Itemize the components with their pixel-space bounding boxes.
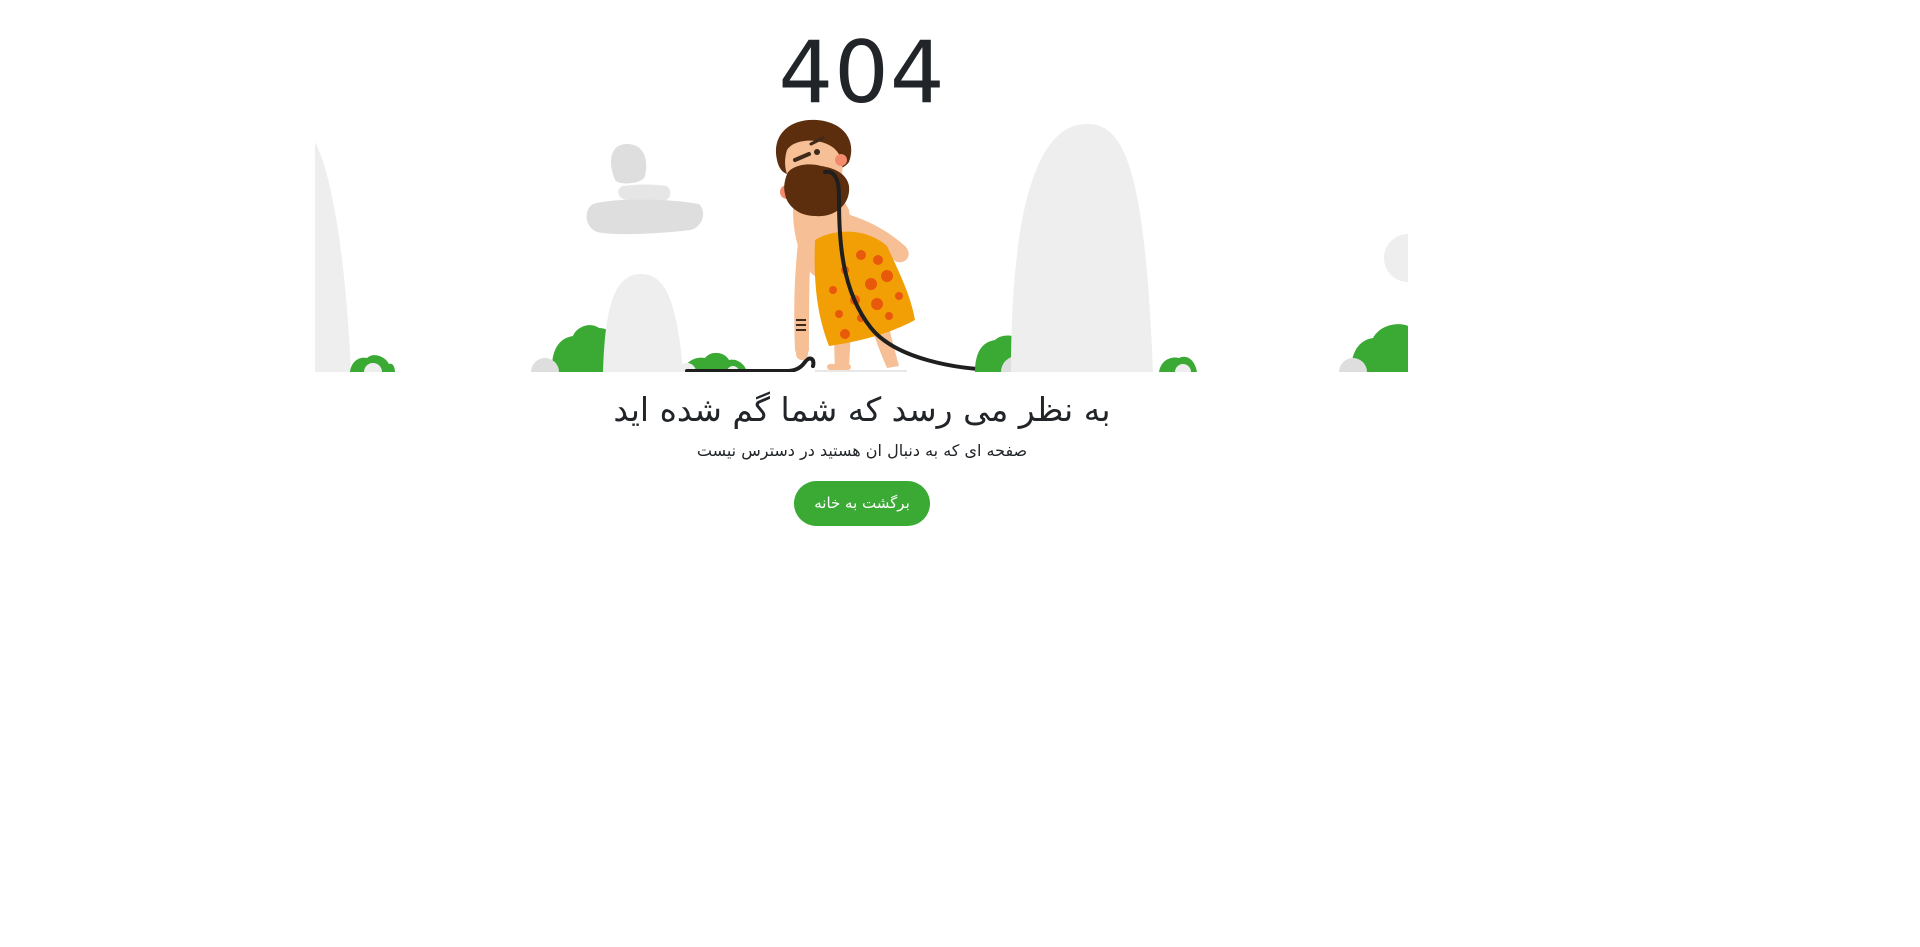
page-heading: به نظر می رسد که شما گم شده اید (613, 390, 1111, 429)
rock-stack-bottom (586, 199, 704, 235)
caveman-hand (796, 348, 808, 360)
rock-tall-left (603, 274, 683, 372)
rock-right-edge (1384, 234, 1408, 282)
caveman-foot (827, 364, 851, 370)
bracelet (796, 324, 806, 326)
caveman-ear (835, 154, 847, 166)
caveman-illustration (315, 100, 1408, 372)
page-subtext: صفحه ای که به دنبال ان هستید در دسترس نی… (696, 441, 1028, 460)
rock-tall-right (1011, 123, 1153, 372)
not-found-page: 404 به نظر می رسد که شما گم شده اید صفحه… (0, 0, 1920, 947)
caveman-eye (814, 149, 820, 155)
bracelet (796, 319, 806, 321)
bracelet (796, 329, 806, 331)
caveman-scene (315, 119, 1408, 372)
rock-stack-top (611, 144, 647, 184)
back-to-home-button[interactable]: برگشت به خانه (794, 481, 930, 526)
ground-shadow (815, 370, 907, 372)
rock-left-edge (315, 142, 351, 372)
